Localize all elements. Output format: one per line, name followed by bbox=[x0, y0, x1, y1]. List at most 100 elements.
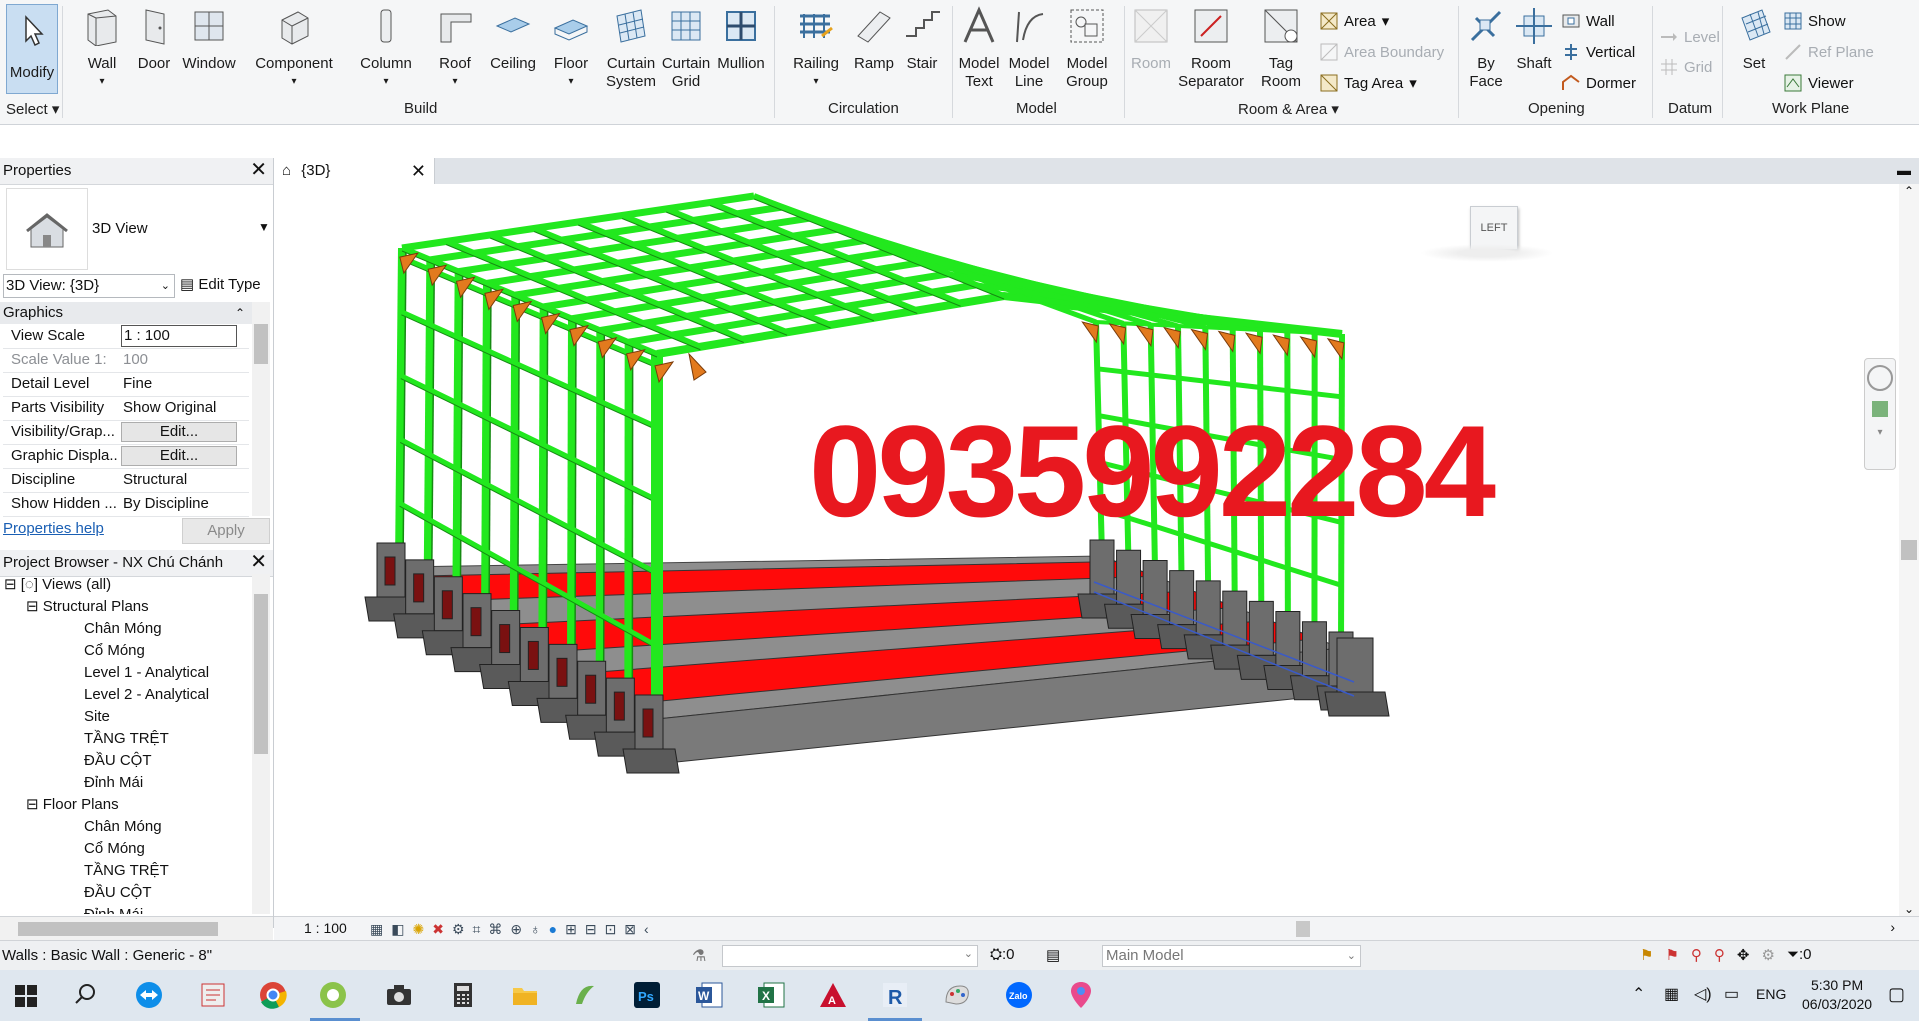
modify-button[interactable]: Modify bbox=[6, 4, 58, 94]
shadows-icon[interactable]: ✖ bbox=[432, 921, 444, 938]
tree-item[interactable]: ĐẦU CỘT bbox=[84, 750, 152, 772]
floor-button[interactable]: Floor ▾ bbox=[548, 6, 594, 91]
window-button[interactable]: Window bbox=[180, 6, 238, 73]
battery-icon[interactable]: ▭ bbox=[1724, 984, 1739, 1004]
tree-item[interactable]: Cổ Móng bbox=[84, 838, 145, 860]
tree-node-group[interactable]: ⊟ Floor Plans bbox=[26, 794, 119, 816]
building-model[interactable]: 0935992284 bbox=[274, 184, 1899, 916]
prop-row[interactable]: Parts Visibility Show Original bbox=[3, 396, 249, 421]
collapse-icon[interactable]: ⊟ bbox=[4, 576, 17, 593]
tree-node-group[interactable]: ⊟ Structural Plans bbox=[26, 596, 149, 618]
analytical-model-icon[interactable]: ⊡ bbox=[605, 921, 617, 938]
background-processes-icon[interactable]: ⚙ bbox=[1761, 946, 1774, 964]
show-workplane-button[interactable]: Show bbox=[1784, 10, 1846, 32]
windows-start-icon[interactable] bbox=[14, 984, 38, 1008]
zoom-region-icon[interactable] bbox=[1872, 401, 1888, 417]
clock[interactable]: 5:30 PM 06/03/2020 bbox=[1802, 976, 1872, 1014]
view-scale-input[interactable]: 1 : 100 bbox=[121, 325, 237, 347]
component-button[interactable]: Component ▾ bbox=[252, 6, 336, 91]
tree-item[interactable]: TẦNG TRỆT bbox=[84, 860, 169, 882]
railing-button[interactable]: Railing ▾ bbox=[788, 6, 844, 91]
ref-plane-button[interactable]: Ref Plane bbox=[1784, 41, 1874, 63]
select-underlay-icon[interactable]: ⚑ bbox=[1665, 946, 1678, 964]
ceiling-button[interactable]: Ceiling bbox=[488, 6, 538, 73]
level-button[interactable]: Level bbox=[1660, 26, 1720, 48]
tree-item[interactable]: Đỉnh Mái bbox=[84, 772, 143, 794]
collapse-icon[interactable]: ⊟ bbox=[26, 598, 39, 615]
viewer-button[interactable]: Viewer bbox=[1784, 72, 1854, 94]
sketch-app-icon[interactable] bbox=[570, 980, 600, 1010]
set-button[interactable]: Set bbox=[1736, 6, 1772, 73]
word-icon[interactable]: W bbox=[694, 980, 724, 1010]
column-button[interactable]: Column ▾ bbox=[356, 6, 416, 91]
zalo-icon[interactable]: Zalo bbox=[1004, 980, 1034, 1010]
close-icon[interactable]: ✕ bbox=[250, 159, 267, 181]
view-vscrollbar[interactable]: ⌃ ⌄ bbox=[1899, 184, 1919, 916]
tree-item[interactable]: Level 2 - Analytical bbox=[84, 684, 209, 706]
model-text-button[interactable]: Model Text bbox=[958, 6, 1000, 91]
apply-button[interactable]: Apply bbox=[182, 518, 270, 544]
constraints-icon[interactable]: ⊠ bbox=[624, 921, 636, 938]
room-button[interactable]: Room bbox=[1128, 6, 1174, 73]
select-dropdown[interactable]: Select ▾ bbox=[6, 100, 59, 118]
browser-scrollbar[interactable] bbox=[252, 574, 270, 914]
model-line-button[interactable]: Model Line bbox=[1006, 6, 1052, 91]
scroll-left-icon[interactable]: ‹ bbox=[644, 921, 649, 938]
workset-icon[interactable]: ⚗ bbox=[692, 946, 706, 966]
maps-icon[interactable] bbox=[1066, 980, 1096, 1010]
tree-item[interactable]: Đỉnh Mái bbox=[84, 904, 143, 914]
chevron-up-icon[interactable]: ⌃ bbox=[1632, 984, 1645, 1004]
app-icon[interactable] bbox=[198, 980, 228, 1010]
tree-item[interactable]: TẦNG TRỆT bbox=[84, 728, 169, 750]
paint-icon[interactable] bbox=[942, 980, 972, 1010]
properties-scrollbar[interactable] bbox=[252, 302, 270, 516]
temp-view-props-icon[interactable]: ⊞ bbox=[565, 921, 577, 938]
tree-item[interactable]: Chân Móng bbox=[84, 816, 162, 838]
curtain-grid-button[interactable]: Curtain Grid bbox=[660, 6, 712, 91]
network-icon[interactable]: ▦ bbox=[1664, 984, 1679, 1004]
language-indicator[interactable]: ENG bbox=[1756, 986, 1786, 1002]
collapse-icon[interactable]: ⊟ bbox=[26, 796, 39, 813]
tag-area-button[interactable]: Tag Area ▾ bbox=[1320, 72, 1417, 94]
temp-hide-icon[interactable]: ♁ bbox=[530, 921, 541, 938]
ramp-button[interactable]: Ramp bbox=[852, 6, 896, 73]
view-selector[interactable]: 3D View: {3D} ⌄ bbox=[3, 274, 175, 298]
workset-select[interactable]: ⌄ bbox=[722, 945, 978, 967]
drag-on-selection-icon[interactable]: ✥ bbox=[1737, 946, 1750, 964]
excel-icon[interactable]: X bbox=[756, 980, 786, 1010]
3d-viewport[interactable]: 0935992284 LEFT ▾ bbox=[274, 184, 1899, 916]
crop-view-icon[interactable]: ⌗ bbox=[473, 921, 481, 938]
roof-button[interactable]: Roof ▾ bbox=[432, 6, 478, 91]
revit-icon[interactable]: R bbox=[880, 980, 910, 1010]
mullion-button[interactable]: Mullion bbox=[714, 6, 768, 73]
tree-item[interactable]: Level 1 - Analytical bbox=[84, 662, 209, 684]
reveal-hidden-icon[interactable]: ● bbox=[549, 921, 557, 938]
section-graphics[interactable]: Graphics ⌃ bbox=[0, 302, 253, 324]
area-boundary-button[interactable]: Area Boundary bbox=[1320, 41, 1444, 63]
detail-level-icon[interactable]: ▦ bbox=[370, 921, 383, 938]
area-button[interactable]: Area ▾ bbox=[1320, 10, 1389, 32]
design-option-select[interactable]: Main Model ⌄ bbox=[1102, 945, 1361, 967]
type-dropdown-icon[interactable]: ▼ bbox=[258, 220, 270, 234]
tree-item[interactable]: Chân Móng bbox=[84, 618, 162, 640]
file-explorer-icon[interactable] bbox=[510, 980, 540, 1010]
prop-row[interactable]: Detail Level Fine bbox=[3, 372, 249, 397]
curtain-system-button[interactable]: Curtain System bbox=[604, 6, 658, 91]
coccoc-icon[interactable] bbox=[318, 980, 348, 1010]
tree-item[interactable]: ĐẦU CỘT bbox=[84, 882, 152, 904]
tree-node-views[interactable]: ⊟ [◌] Views (all) bbox=[4, 574, 111, 596]
browser-hscrollbar[interactable] bbox=[0, 916, 273, 941]
vertical-opening-button[interactable]: Vertical bbox=[1562, 41, 1635, 63]
wall-opening-button[interactable]: Wall bbox=[1562, 10, 1615, 32]
visual-style-icon[interactable]: ◧ bbox=[391, 921, 404, 938]
stair-button[interactable]: Stair bbox=[900, 6, 944, 73]
graphic-display-edit-button[interactable]: Edit... bbox=[121, 446, 237, 466]
prop-row[interactable]: Show Hidden ... By Discipline bbox=[3, 492, 249, 517]
dormer-button[interactable]: Dormer bbox=[1562, 72, 1636, 94]
camera-icon[interactable] bbox=[384, 980, 414, 1010]
render-icon[interactable]: ⚙ bbox=[452, 921, 465, 938]
vg-edit-button[interactable]: Edit... bbox=[121, 422, 237, 442]
tree-item[interactable]: Cổ Móng bbox=[84, 640, 145, 662]
close-icon[interactable]: ✕ bbox=[411, 158, 426, 184]
photoshop-icon[interactable]: Ps bbox=[632, 980, 662, 1010]
